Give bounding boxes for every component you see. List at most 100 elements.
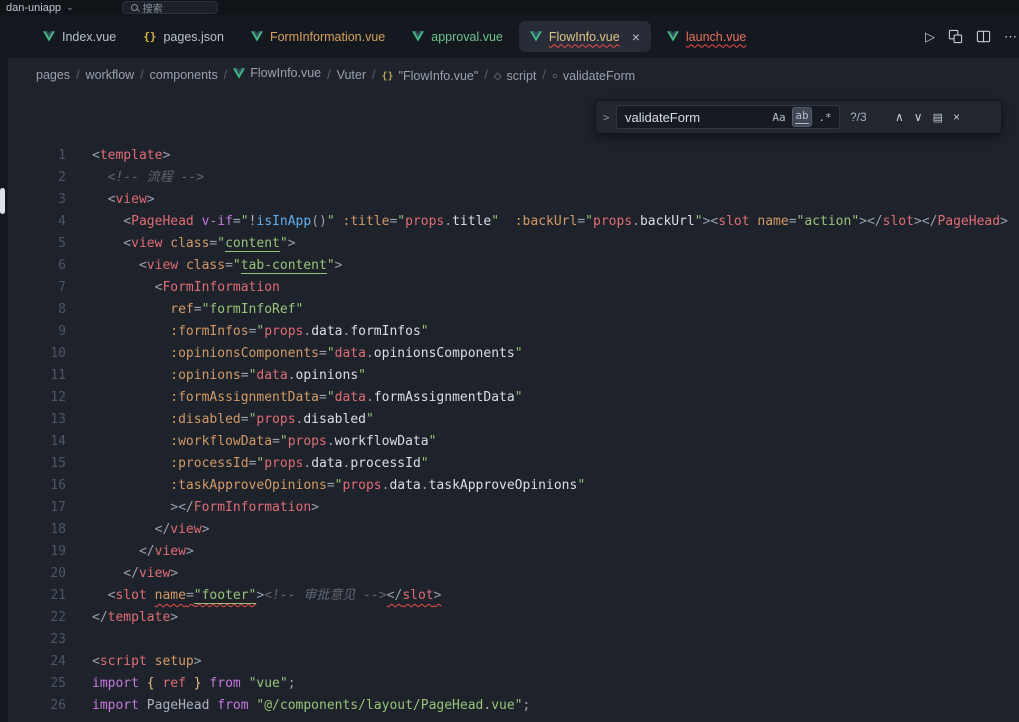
code-line-10[interactable]: 10 :opinionsComponents="data.opinionsCom… [8,343,1019,365]
match-case-toggle[interactable]: Aa [769,107,789,127]
line-number: 6 [8,255,66,277]
code-line-22[interactable]: 22</template> [8,607,1019,629]
whole-word-toggle[interactable]: ab [792,107,812,127]
line-number: 3 [8,189,66,211]
run-button[interactable]: ▷ [925,29,935,45]
code-line-4[interactable]: 4 <PageHead v-if="!isInApp()" :title="pr… [8,211,1019,233]
tabs-container: Index.vue{}pages.jsonFormInformation.vue… [32,15,762,58]
vue-file-icon [43,31,55,42]
code-line-2[interactable]: 2 <!-- 流程 --> [8,167,1019,189]
tab-approval-vue[interactable]: approval.vue [401,21,514,52]
code-line-13[interactable]: 13 :disabled="props.disabled" [8,409,1019,431]
line-content: <slot name="footer"><!-- 审批意见 --></slot> [66,585,441,607]
line-content: import { ref } from "vue"; [66,673,296,695]
code-line-26[interactable]: 26import PageHead from "@/components/lay… [8,695,1019,717]
code-line-16[interactable]: 16 :taskApproveOpinions="props.data.task… [8,475,1019,497]
symbol-object-icon: {} [382,71,394,82]
line-content: <view> [66,189,155,211]
tab-forminformation-vue[interactable]: FormInformation.vue [240,21,396,52]
breadcrumb-separator: / [327,68,330,82]
find-in-selection-button[interactable]: ▤ [933,111,943,124]
code-line-11[interactable]: 11 :opinions="data.opinions" [8,365,1019,387]
breadcrumb-label: script [507,69,537,83]
code-line-1[interactable]: 1<template> [8,145,1019,167]
line-number: 12 [8,387,66,409]
breadcrumb-separator: / [140,68,143,82]
line-number: 25 [8,673,66,695]
line-content: :disabled="props.disabled" [66,409,374,431]
breadcrumb-item-workflow[interactable]: workflow [86,68,135,82]
breadcrumb-item-vuter[interactable]: Vuter [337,68,366,82]
code-line-7[interactable]: 7 <FormInformation [8,277,1019,299]
json-file-icon: {} [143,30,156,43]
regex-toggle[interactable]: .* [815,107,835,127]
find-input[interactable] [625,110,743,125]
find-close-button[interactable]: × [953,110,960,124]
line-content: ref="formInfoRef" [66,299,303,321]
breadcrumb-item-script[interactable]: ◇script [494,69,537,83]
line-content: </template> [66,607,178,629]
breadcrumb-item-components[interactable]: components [150,68,218,82]
find-widget: > Aaab.* ?/3 ∧ ∨ ▤ × [595,100,1002,134]
code-line-21[interactable]: 21 <slot name="footer"><!-- 审批意见 --></sl… [8,585,1019,607]
line-number: 8 [8,299,66,321]
find-next-button[interactable]: ∨ [914,110,923,124]
code-line-19[interactable]: 19 </view> [8,541,1019,563]
find-previous-button[interactable]: ∧ [895,110,904,124]
line-number: 7 [8,277,66,299]
code-line-15[interactable]: 15 :processId="props.data.processId" [8,453,1019,475]
code-line-14[interactable]: 14 :workflowData="props.workflowData" [8,431,1019,453]
search-icon [131,4,138,11]
global-search-box[interactable]: 搜索 [122,1,218,14]
breadcrumb-item-flowinfo-vue[interactable]: FlowInfo.vue [233,66,321,80]
code-line-12[interactable]: 12 :formAssignmentData="data.formAssignm… [8,387,1019,409]
line-number: 21 [8,585,66,607]
code-line-24[interactable]: 24<script setup> [8,651,1019,673]
breadcrumb-item-pages[interactable]: pages [36,68,70,82]
line-content: :processId="props.data.processId" [66,453,429,475]
line-number: 1 [8,145,66,167]
code-line-20[interactable]: 20 </view> [8,563,1019,585]
tab-label: launch.vue [686,30,746,44]
code-line-23[interactable]: 23 [8,629,1019,651]
tab-flowinfo-vue[interactable]: FlowInfo.vue× [519,21,651,52]
vue-file-icon [412,31,424,42]
find-input-box: Aaab.* [616,105,840,129]
code-line-6[interactable]: 6 <view class="tab-content"> [8,255,1019,277]
code-line-3[interactable]: 3 <view> [8,189,1019,211]
tab-index-vue[interactable]: Index.vue [32,21,127,52]
code-area[interactable]: 1<template>2 <!-- 流程 -->3 <view>4 <PageH… [8,91,1019,717]
tab-launch-vue[interactable]: launch.vue [656,21,757,52]
code-line-9[interactable]: 9 :formInfos="props.data.formInfos" [8,321,1019,343]
line-content: :taskApproveOpinions="props.data.taskApp… [66,475,585,497]
titlebar: dan-uniapp ⌄ 搜索 [0,0,1019,15]
sidebar-active-indicator [0,188,5,214]
code-line-8[interactable]: 8 ref="formInfoRef" [8,299,1019,321]
code-line-25[interactable]: 25import { ref } from "vue"; [8,673,1019,695]
find-match-count: ?/3 [850,110,878,124]
breadcrumb-item--flowinfo-vue-[interactable]: {} "FlowInfo.vue" [382,69,479,83]
breadcrumb-separator: / [542,68,545,82]
workspace-title-label: dan-uniapp [6,2,61,14]
breadcrumb-item-validateform[interactable]: ○validateForm [552,69,635,83]
workspace-title[interactable]: dan-uniapp ⌄ [6,2,74,14]
code-line-5[interactable]: 5 <view class="content"> [8,233,1019,255]
tab-label: approval.vue [431,30,503,44]
close-icon[interactable]: × [632,30,640,44]
line-content: <view class="tab-content"> [66,255,342,277]
line-content: </view> [66,519,209,541]
line-content: :formInfos="props.data.formInfos" [66,321,429,343]
toggle-replace-button[interactable]: > [603,111,616,124]
split-editor-button[interactable] [976,29,991,44]
line-content: :opinions="data.opinions" [66,365,366,387]
breadcrumb-label: "FlowInfo.vue" [399,69,479,83]
open-changes-icon[interactable] [948,29,963,44]
line-number: 18 [8,519,66,541]
code-line-18[interactable]: 18 </view> [8,519,1019,541]
breadcrumb: pages/workflow/components/FlowInfo.vue/V… [0,58,1019,91]
code-line-17[interactable]: 17 ></FormInformation> [8,497,1019,519]
line-content: </view> [66,541,194,563]
tab-pages-json[interactable]: {}pages.json [132,21,235,52]
code-editor[interactable]: 1<template>2 <!-- 流程 -->3 <view>4 <PageH… [8,91,1019,722]
more-actions-button[interactable]: ⋯ [1004,29,1017,45]
